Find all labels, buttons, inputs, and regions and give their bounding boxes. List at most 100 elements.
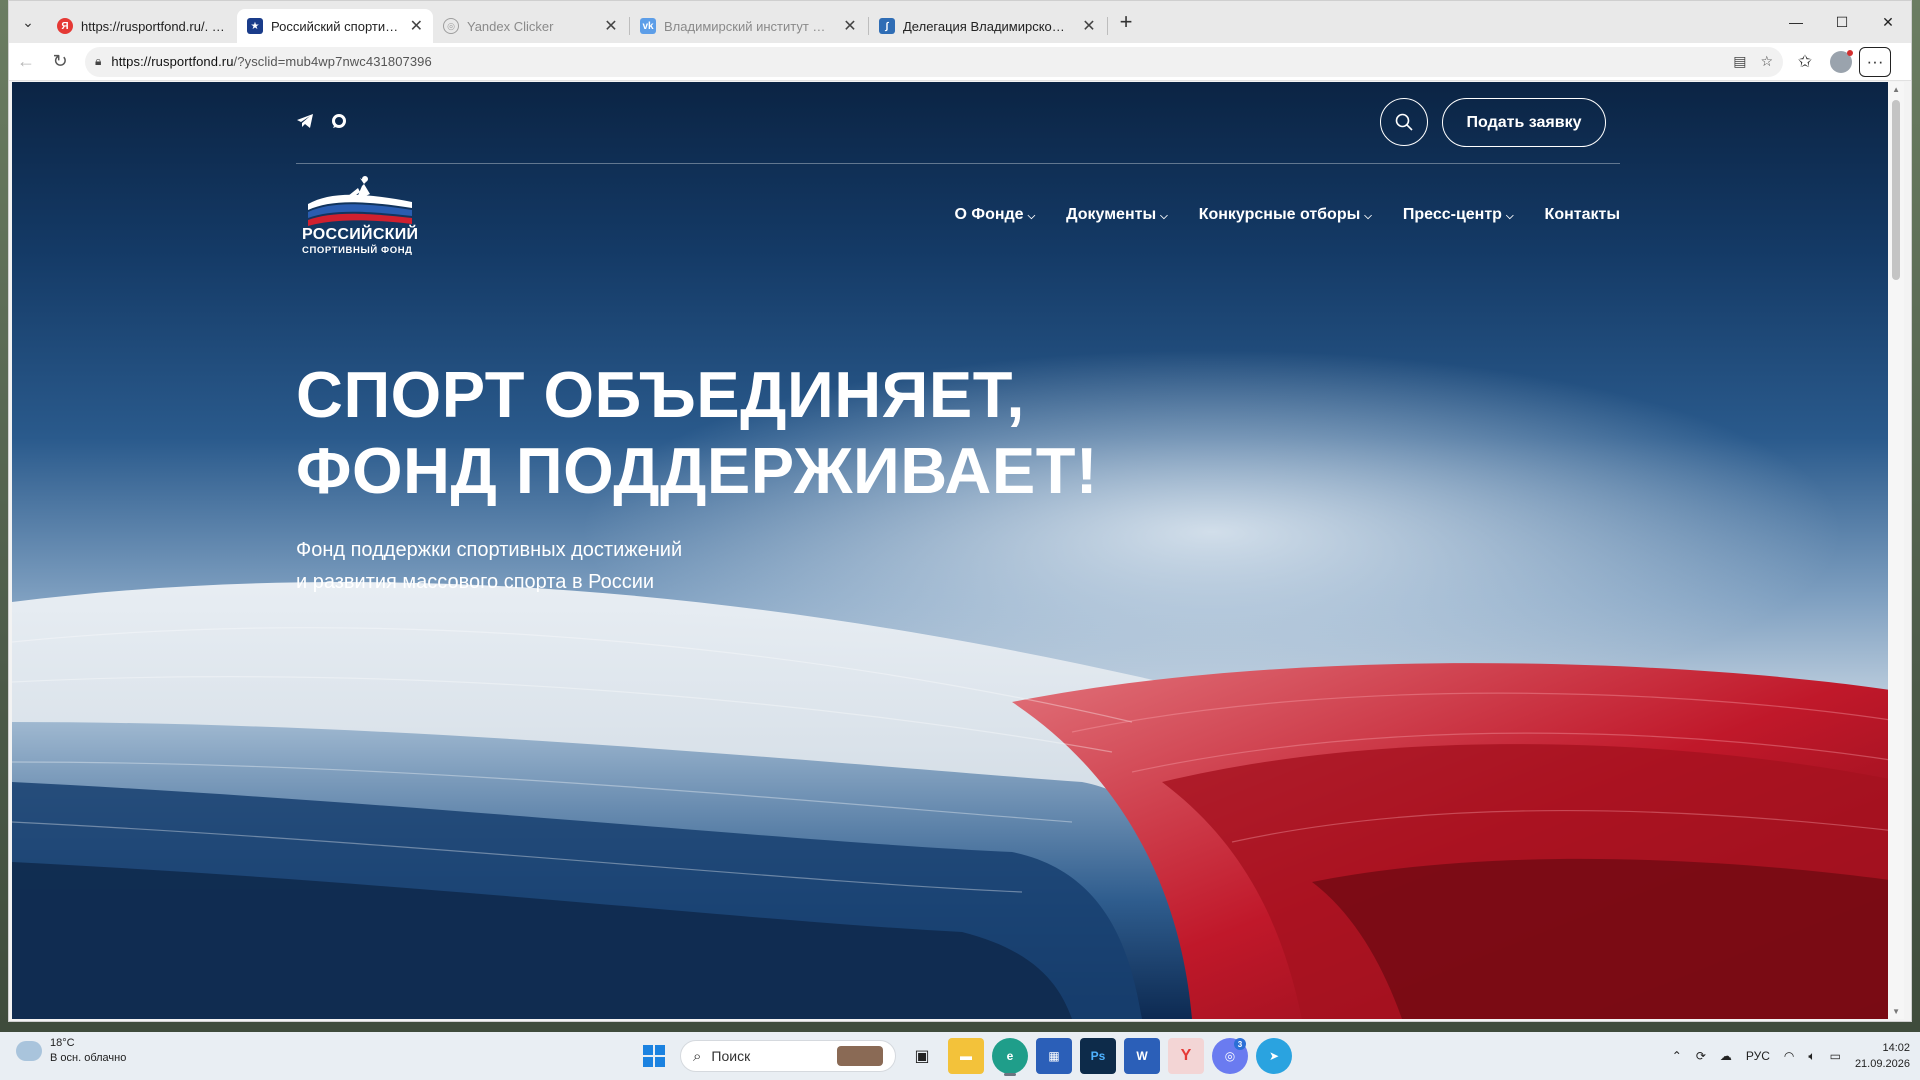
header-divider <box>296 163 1620 164</box>
nav-label: Документы <box>1066 206 1157 223</box>
site-content: Подать заявку РОССИЙСКИЙ СПОРТИВНЫЙ ФОНД… <box>296 82 1620 1019</box>
refresh-button[interactable]: ↻ <box>43 45 77 79</box>
sync-icon[interactable]: ⟳ <box>1696 1049 1706 1063</box>
telegram-icon[interactable] <box>296 112 314 130</box>
window-controls: — ☐ ✕ <box>1773 1 1911 43</box>
chevron-down-icon: ⌵ <box>1160 210 1168 222</box>
search-placeholder: Поиск <box>711 1048 751 1064</box>
weather-text: 18°C В осн. облачно <box>50 1036 126 1066</box>
telegram-app-icon[interactable]: ➤ <box>1256 1038 1292 1074</box>
close-tab-icon[interactable]: ✕ <box>1081 16 1097 36</box>
clock-date: 21.09.2026 <box>1854 1058 1910 1070</box>
nav-label: О Фонде <box>954 206 1024 223</box>
cloud-sun-icon <box>16 1035 42 1061</box>
clock[interactable]: 14:02 21.09.2026 <box>1855 1040 1910 1072</box>
system-tray: ⌃ ⟳ ☁ РУС ◠ 🔈︎ ▭ 14:02 21.09.2026 <box>1672 1036 1910 1076</box>
start-button[interactable] <box>636 1038 672 1074</box>
tab-title: Российский спортивный фонд <box>271 18 400 34</box>
page-viewport: Подать заявку РОССИЙСКИЙ СПОРТИВНЫЙ ФОНД… <box>12 82 1904 1019</box>
lock-icon[interactable]: 🔒︎ <box>95 54 101 69</box>
yandex-browser-icon[interactable]: Y <box>1168 1038 1204 1074</box>
tab-strip: ⌄ Я https://rusportfond.ru/. — Яндекс ★ … <box>9 1 1911 43</box>
scroll-up-icon[interactable]: ▲ <box>1892 85 1900 94</box>
language-indicator[interactable]: РУС <box>1746 1049 1770 1063</box>
chevron-down-icon: ⌵ <box>1505 210 1514 222</box>
messenger-icon[interactable]: ◎ 3 <box>1212 1038 1248 1074</box>
tab-rusportfond[interactable]: ★ Российский спортивный фонд ✕ <box>237 9 433 43</box>
notification-dot <box>1847 49 1853 56</box>
site-search-button[interactable] <box>1380 98 1428 146</box>
taskbar-search[interactable]: ⌕ Поиск <box>680 1040 896 1072</box>
tab-delegation[interactable]: ∫ Делегация Владимирской облас ✕ <box>869 9 1107 43</box>
volume-icon[interactable]: 🔈︎ <box>1808 1049 1815 1064</box>
close-window-icon[interactable]: ✕ <box>1865 1 1911 43</box>
close-tab-icon[interactable]: ✕ <box>410 16 423 36</box>
tab-title: Yandex Clicker <box>467 18 554 34</box>
delegation-icon: ∫ <box>879 18 895 34</box>
nav-about[interactable]: О Фонде ⌵ <box>955 206 1036 224</box>
favorites-icon[interactable]: ✩ <box>1787 45 1823 79</box>
file-explorer-icon[interactable]: ▬ <box>948 1038 984 1074</box>
max-messenger-icon[interactable] <box>330 112 348 130</box>
close-tab-icon[interactable]: ✕ <box>842 16 858 36</box>
tab-title: Владимирский институт развити <box>664 18 832 34</box>
page-scrollbar[interactable]: ▲ ▼ <box>1888 82 1904 1019</box>
maximize-icon[interactable]: ☐ <box>1819 1 1865 43</box>
logo-subtitle: СПОРТИВНЫЙ ФОНД <box>302 245 413 256</box>
chevron-up-icon[interactable]: ⌃ <box>1672 1049 1682 1063</box>
hero-title-line2: ФОНД ПОДДЕРЖИВАЕТ! <box>296 434 1099 507</box>
hero-subtitle: Фонд поддержки спортивных достижений и р… <box>296 534 682 598</box>
taskbar-apps: ⌕ Поиск ▣ ▬ e ▦ Ps W Y ◎ 3 ➤ <box>636 1036 1292 1076</box>
store-icon[interactable]: ▦ <box>1036 1038 1072 1074</box>
photoshop-icon[interactable]: Ps <box>1080 1038 1116 1074</box>
wifi-icon[interactable]: ◠ <box>1784 1049 1794 1063</box>
more-menu-button[interactable]: ··· <box>1859 46 1891 77</box>
active-indicator <box>1004 1073 1016 1076</box>
chevron-down-icon: ⌵ <box>1027 210 1036 222</box>
minimize-icon[interactable]: — <box>1773 1 1819 43</box>
nav-contacts[interactable]: Контакты <box>1545 206 1620 224</box>
hero-subtitle-line2: и развития массового спорта в России <box>296 571 655 593</box>
task-view-icon[interactable]: ▣ <box>904 1038 940 1074</box>
scroll-down-icon[interactable]: ▼ <box>1892 1007 1900 1016</box>
url-text: https://rusportfond.ru/?ysclid=mub4wp7nw… <box>111 54 431 69</box>
nav-competitions[interactable]: Конкурсные отборы ⌵ <box>1199 206 1372 224</box>
nav-press-center[interactable]: Пресс-центр ⌵ <box>1403 206 1514 224</box>
tab-yandex[interactable]: Я https://rusportfond.ru/. — Яндекс <box>47 9 237 43</box>
tab-title: https://rusportfond.ru/. — Яндекс <box>81 18 227 34</box>
profile-button[interactable] <box>1823 45 1859 79</box>
logo-title: РОССИЙСКИЙ <box>302 226 419 243</box>
navigation-bar: ← ↻ 🔒︎ https://rusportfond.ru/?ysclid=mu… <box>9 43 1911 81</box>
tab-actions-menu[interactable]: ⌄ <box>9 1 47 43</box>
chevron-down-icon: ⌵ <box>1364 210 1372 222</box>
new-tab-button[interactable]: + <box>1108 1 1144 43</box>
yandex-icon: Я <box>57 18 73 34</box>
cloud-off-icon[interactable]: ☁ <box>1720 1049 1732 1063</box>
hero-title: СПОРТ ОБЪЕДИНЯЕТ, ФОНД ПОДДЕРЖИВАЕТ! <box>296 357 1098 509</box>
rsf-icon: ★ <box>247 18 263 34</box>
nav-documents[interactable]: Документы ⌵ <box>1066 206 1168 224</box>
windows-icon <box>643 1045 665 1067</box>
tab-title: Делегация Владимирской облас <box>903 18 1071 34</box>
browser-window: ⌄ Я https://rusportfond.ru/. — Яндекс ★ … <box>8 0 1912 1022</box>
url-path: /?ysclid=mub4wp7nwc431807396 <box>233 54 432 69</box>
tab-vladimir-institute[interactable]: vk Владимирский институт развити ✕ <box>630 9 868 43</box>
tab-yandex-clicker[interactable]: ◎ Yandex Clicker ✕ <box>433 9 629 43</box>
address-bar[interactable]: 🔒︎ https://rusportfond.ru/?ysclid=mub4wp… <box>85 46 1783 77</box>
hero-title-line1: СПОРТ ОБЪЕДИНЯЕТ, <box>296 358 1025 431</box>
temperature: 18°C <box>50 1037 75 1049</box>
search-icon <box>1395 113 1413 131</box>
vk-icon: vk <box>640 18 656 34</box>
favorite-star-icon[interactable]: ☆ <box>1760 53 1773 70</box>
submit-application-button[interactable]: Подать заявку <box>1442 98 1606 147</box>
word-icon[interactable]: W <box>1124 1038 1160 1074</box>
back-button[interactable]: ← <box>9 45 43 79</box>
taskbar: 18°C В осн. облачно ⌕ Поиск ▣ ▬ e ▦ Ps W… <box>0 1032 1920 1080</box>
weather-widget[interactable]: 18°C В осн. облачно <box>16 1035 126 1066</box>
close-tab-icon[interactable]: ✕ <box>603 16 619 36</box>
battery-icon[interactable]: ▭ <box>1830 1049 1841 1063</box>
scrollbar-thumb[interactable] <box>1892 100 1900 280</box>
nav-label: Пресс-центр <box>1402 206 1502 223</box>
edge-browser-icon[interactable]: e <box>992 1038 1028 1076</box>
reader-mode-icon[interactable]: ▤ <box>1733 53 1746 70</box>
